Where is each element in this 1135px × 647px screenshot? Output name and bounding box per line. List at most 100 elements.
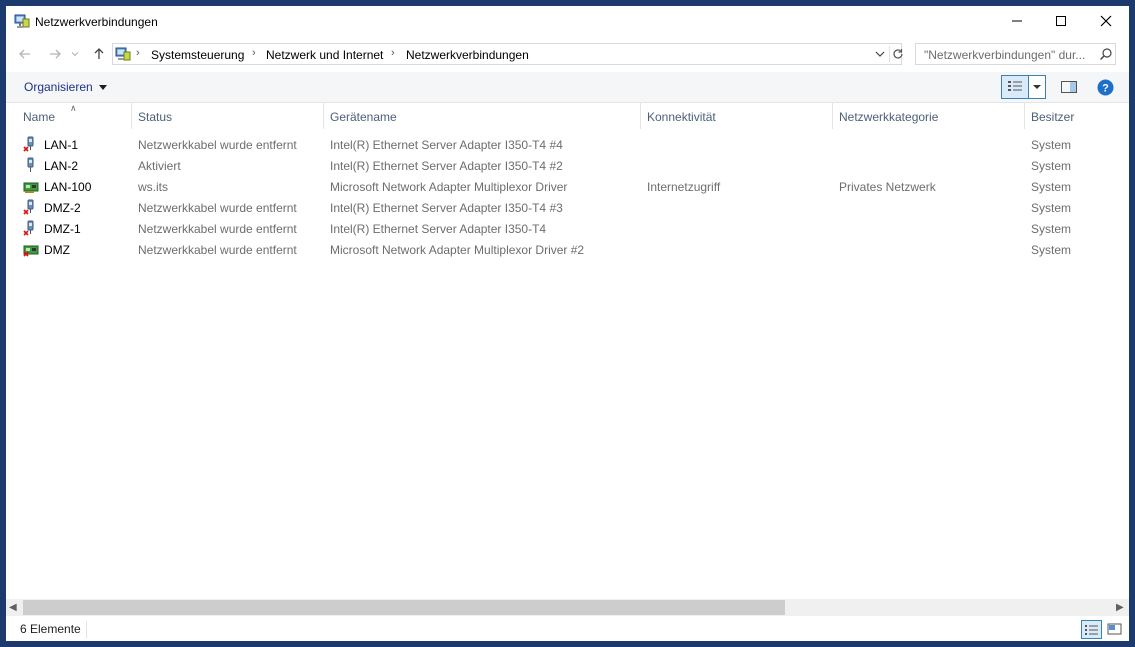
- column-divider[interactable]: [323, 103, 324, 129]
- breadcrumb-systemsteuerung[interactable]: Systemsteuerung: [151, 48, 244, 62]
- column-divider[interactable]: [640, 103, 641, 129]
- address-history-button[interactable]: [873, 47, 887, 61]
- help-button[interactable]: ?: [1097, 79, 1114, 96]
- search-placeholder: "Netzwerkverbindungen" dur...: [924, 48, 1086, 62]
- sort-ascending-icon: ∧: [70, 103, 77, 113]
- column-header-category[interactable]: Netzwerkkategorie: [839, 110, 938, 124]
- connection-owner: System: [1031, 201, 1072, 215]
- organize-button[interactable]: Organisieren: [24, 80, 107, 94]
- list-item[interactable]: DMZ-1 Netzwerkkabel wurde entfernt Intel…: [6, 218, 1129, 239]
- minimize-icon: [1011, 20, 1022, 22]
- column-header-row: ∧ Name Status Gerätename Konnektivität N…: [6, 103, 1129, 131]
- address-bar[interactable]: › Systemsteuerung › Netzwerk und Interne…: [112, 43, 903, 65]
- connection-name: LAN-1: [44, 138, 79, 152]
- connection-connectivity: Internetzugriff: [647, 180, 721, 194]
- breadcrumb-netzwerkverbindungen[interactable]: Netzwerkverbindungen: [406, 48, 529, 62]
- preview-pane-button[interactable]: [1060, 79, 1078, 95]
- connection-status: Netzwerkkabel wurde entfernt: [138, 201, 297, 215]
- connection-status: Netzwerkkabel wurde entfernt: [138, 222, 297, 236]
- connection-device: Intel(R) Ethernet Server Adapter I350-T4…: [330, 159, 563, 173]
- network-connections-icon: [14, 13, 30, 29]
- title-bar[interactable]: Netzwerkverbindungen: [6, 6, 1129, 36]
- details-view-icon: [1008, 81, 1022, 91]
- preview-pane-icon: [1061, 81, 1077, 93]
- scrollbar-thumb[interactable]: [23, 600, 785, 615]
- refresh-icon: [893, 49, 903, 59]
- large-icons-view-button[interactable]: [1106, 620, 1123, 639]
- connection-status: Aktiviert: [138, 159, 181, 173]
- scroll-right-icon[interactable]: ▶: [1116, 602, 1124, 613]
- up-arrow-icon: [94, 48, 104, 59]
- list-item[interactable]: LAN-2 Aktiviert Intel(R) Ethernet Server…: [6, 155, 1129, 176]
- connection-owner: System: [1031, 243, 1072, 257]
- breadcrumb-separator-icon[interactable]: ›: [136, 47, 140, 59]
- connection-device: Microsoft Network Adapter Multiplexor Dr…: [330, 180, 568, 194]
- horizontal-scrollbar[interactable]: ◀ ▶: [6, 599, 1129, 616]
- connection-category: Privates Netzwerk: [839, 180, 936, 194]
- list-item[interactable]: DMZ Netzwerkkabel wurde entfernt Microso…: [6, 239, 1129, 260]
- column-header-connectivity[interactable]: Konnektivität: [647, 110, 716, 124]
- connection-name: DMZ: [44, 243, 70, 257]
- connection-name: LAN-100: [44, 180, 92, 194]
- column-header-status[interactable]: Status: [138, 110, 172, 124]
- chevron-down-icon: [71, 52, 79, 57]
- chevron-down-icon: [1033, 85, 1041, 89]
- status-bar: 6 Elemente: [6, 618, 1129, 641]
- column-divider[interactable]: [832, 103, 833, 129]
- explorer-window: Netzwerkverbindungen › Systemsteuerung ›…: [6, 6, 1129, 641]
- connection-owner: System: [1031, 222, 1072, 236]
- column-divider[interactable]: [131, 103, 132, 129]
- search-icon[interactable]: [1099, 47, 1113, 61]
- details-view-button[interactable]: [1081, 620, 1102, 639]
- column-divider[interactable]: [1024, 103, 1025, 129]
- control-panel-icon: [115, 46, 131, 62]
- connection-name: LAN-2: [44, 159, 79, 173]
- breadcrumb-netzwerk-und-internet[interactable]: Netzwerk und Internet: [266, 48, 383, 62]
- network-card-disconnected-icon: [23, 241, 39, 258]
- command-bar: Organisieren ?: [6, 72, 1129, 103]
- wired-adapter-disconnected-icon: [23, 136, 39, 153]
- view-options-dropdown[interactable]: [1028, 75, 1046, 99]
- connection-owner: System: [1031, 138, 1072, 152]
- list-item[interactable]: DMZ-2 Netzwerkkabel wurde entfernt Intel…: [6, 197, 1129, 218]
- search-input[interactable]: "Netzwerkverbindungen" dur...: [915, 43, 1116, 65]
- network-card-icon: [23, 178, 39, 195]
- svg-text:?: ?: [1102, 83, 1109, 95]
- column-header-owner[interactable]: Besitzer: [1031, 110, 1074, 124]
- chevron-down-icon: [98, 85, 107, 91]
- connection-status: ws.its: [138, 180, 168, 194]
- navigation-bar: › Systemsteuerung › Netzwerk und Interne…: [6, 38, 1129, 68]
- minimize-button[interactable]: [994, 6, 1039, 36]
- maximize-button[interactable]: [1038, 6, 1083, 36]
- connection-name: DMZ-2: [44, 201, 81, 215]
- window-title: Netzwerkverbindungen: [35, 15, 158, 29]
- chevron-down-icon: [875, 51, 885, 57]
- status-divider: [86, 621, 87, 638]
- list-item[interactable]: LAN-1 Netzwerkkabel wurde entfernt Intel…: [6, 134, 1129, 155]
- connection-name: DMZ-1: [44, 222, 81, 236]
- connection-owner: System: [1031, 180, 1072, 194]
- connection-status: Netzwerkkabel wurde entfernt: [138, 243, 297, 257]
- column-header-name[interactable]: Name: [23, 110, 55, 124]
- breadcrumb-separator-icon[interactable]: ›: [391, 47, 395, 59]
- item-count: 6 Elemente: [20, 622, 81, 636]
- details-view-icon: [1085, 625, 1098, 635]
- wired-adapter-disconnected-icon: [23, 199, 39, 216]
- refresh-button[interactable]: [889, 46, 906, 62]
- up-button[interactable]: [90, 45, 108, 63]
- recent-locations-button[interactable]: [69, 45, 81, 63]
- organize-label: Organisieren: [24, 80, 93, 94]
- large-icons-view-icon: [1107, 623, 1122, 635]
- close-button[interactable]: [1083, 6, 1128, 36]
- back-button[interactable]: [16, 45, 34, 63]
- connection-device: Microsoft Network Adapter Multiplexor Dr…: [330, 243, 585, 257]
- wired-adapter-icon: [23, 157, 39, 174]
- list-item[interactable]: LAN-100 ws.its Microsoft Network Adapter…: [6, 176, 1129, 197]
- connection-owner: System: [1031, 159, 1072, 173]
- forward-arrow-icon: [50, 49, 61, 59]
- forward-button[interactable]: [46, 45, 64, 63]
- breadcrumb-separator-icon[interactable]: ›: [252, 47, 256, 59]
- change-view-button[interactable]: [1001, 75, 1029, 99]
- column-header-device[interactable]: Gerätename: [330, 110, 397, 124]
- scroll-left-icon[interactable]: ◀: [9, 602, 17, 613]
